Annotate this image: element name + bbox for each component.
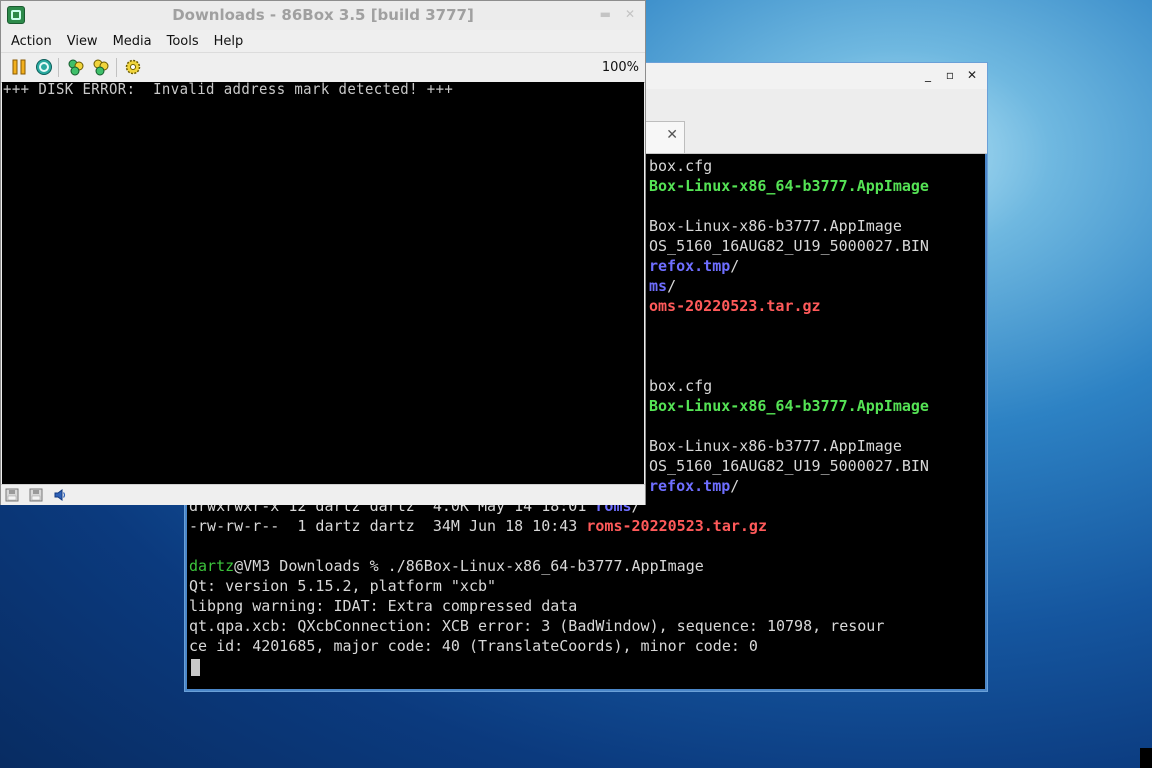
terminal-text: /	[730, 257, 740, 275]
terminal-line: libpng warning: IDAT: Extra compressed d…	[189, 596, 577, 616]
status-bar	[1, 484, 645, 505]
ctrl-alt-del-icon[interactable]	[67, 58, 85, 76]
floppy-drive-a-icon[interactable]	[5, 488, 19, 502]
emulator-screen[interactable]: +++ DISK ERROR: Invalid address mark det…	[2, 82, 644, 484]
terminal-line: Box-Linux-x86-b3777.AppImage	[649, 216, 902, 236]
terminal-text: refox.tmp	[649, 257, 731, 275]
terminal-text: OS_5160_16AUG82_U19_5000027.BIN	[649, 457, 929, 475]
terminal-line: box.cfg	[649, 376, 712, 396]
terminal-text: OS_5160_16AUG82_U19_5000027.BIN	[649, 237, 929, 255]
terminal-text: ms	[649, 277, 668, 295]
terminal-text: /	[667, 277, 677, 295]
menu-tools[interactable]: Tools	[157, 34, 204, 49]
terminal-line: OS_5160_16AUG82_U19_5000027.BIN	[649, 456, 929, 476]
menu-help[interactable]: Help	[204, 34, 249, 49]
floppy-drive-b-icon[interactable]	[29, 488, 43, 502]
close-button[interactable]: ✕	[625, 7, 635, 21]
reset-icon[interactable]	[35, 58, 53, 76]
terminal-text: Qt: version 5.15.2, platform "xcb"	[189, 577, 497, 595]
terminal-line: ce id: 4201685, major code: 40 (Translat…	[189, 636, 758, 656]
menu-action[interactable]: Action	[1, 34, 57, 49]
terminal-text: refox.tmp	[649, 477, 731, 495]
terminal-text: oms-20220523.tar.gz	[649, 297, 821, 315]
window-title: Downloads - 86Box 3.5 [build 3777]	[172, 6, 474, 24]
terminal-text: @VM3 Downloads % ./86Box-Linux-x86_64-b3…	[234, 557, 704, 575]
terminal-line: refox.tmp/	[649, 476, 739, 496]
menu-media[interactable]: Media	[103, 34, 157, 49]
terminal-line: -rw-rw-r-- 1 dartz dartz 34M Jun 18 10:4…	[189, 516, 767, 536]
terminal-cursor	[191, 659, 200, 676]
settings-icon[interactable]	[124, 58, 142, 76]
terminal-line: Box-Linux-x86_64-b3777.AppImage	[649, 396, 929, 416]
terminal-line: Box-Linux-x86-b3777.AppImage	[649, 436, 902, 456]
sound-icon[interactable]	[53, 488, 67, 502]
terminal-text: box.cfg	[649, 157, 713, 175]
maximize-button[interactable]: ▫	[943, 67, 957, 83]
86box-window: Downloads - 86Box 3.5 [build 3777] ▬ ✕ A…	[0, 0, 646, 505]
terminal-text: libpng warning: IDAT: Extra compressed d…	[189, 597, 578, 615]
screen-corner	[1140, 748, 1152, 768]
terminal-line: refox.tmp/	[649, 256, 739, 276]
terminal-line: oms-20220523.tar.gz	[649, 296, 821, 316]
terminal-text: roms-20220523.tar.gz	[586, 517, 767, 535]
terminal-line: Box-Linux-x86_64-b3777.AppImage	[649, 176, 929, 196]
menu-bar: Action View Media Tools Help	[1, 30, 645, 52]
terminal-text: box.cfg	[649, 377, 713, 395]
terminal-text: Box-Linux-x86_64-b3777.AppImage	[649, 177, 929, 195]
pause-icon[interactable]	[10, 58, 28, 76]
zoom-level: 100%	[601, 60, 639, 75]
terminal-text: Box-Linux-x86-b3777.AppImage	[649, 437, 902, 455]
terminal-line: OS_5160_16AUG82_U19_5000027.BIN	[649, 236, 929, 256]
close-button[interactable]: ✕	[965, 67, 979, 83]
toolbar-separator	[116, 58, 117, 77]
terminal-line: Qt: version 5.15.2, platform "xcb"	[189, 576, 496, 596]
tab-close-icon[interactable]: ✕	[666, 127, 678, 143]
terminal-line: qt.qpa.xcb: QXcbConnection: XCB error: 3…	[189, 616, 884, 636]
terminal-text: ce id: 4201685, major code: 40 (Translat…	[189, 637, 758, 655]
toolbar-separator	[58, 58, 59, 77]
terminal-text: qt.qpa.xcb: QXcbConnection: XCB error: 3…	[189, 617, 885, 635]
terminal-text: dartz	[189, 557, 235, 575]
86box-titlebar[interactable]: Downloads - 86Box 3.5 [build 3777] ▬ ✕	[1, 1, 645, 31]
terminal-line: ms/	[649, 276, 676, 296]
terminal-text: Box-Linux-x86-b3777.AppImage	[649, 217, 902, 235]
terminal-line: dartz@VM3 Downloads % ./86Box-Linux-x86_…	[189, 556, 704, 576]
terminal-text: Box-Linux-x86_64-b3777.AppImage	[649, 397, 929, 415]
minimize-button[interactable]: _	[921, 67, 935, 83]
disk-error-message: +++ DISK ERROR: Invalid address mark det…	[3, 82, 454, 99]
menu-view[interactable]: View	[57, 34, 103, 49]
toolbar: 100%	[1, 52, 645, 83]
ctrl-alt-esc-icon[interactable]	[92, 58, 110, 76]
terminal-text: -rw-rw-r-- 1 dartz dartz 34M Jun 18 10:4…	[189, 517, 587, 535]
terminal-text: /	[730, 477, 740, 495]
minimize-button[interactable]: ▬	[600, 7, 611, 21]
terminal-line: box.cfg	[649, 156, 712, 176]
